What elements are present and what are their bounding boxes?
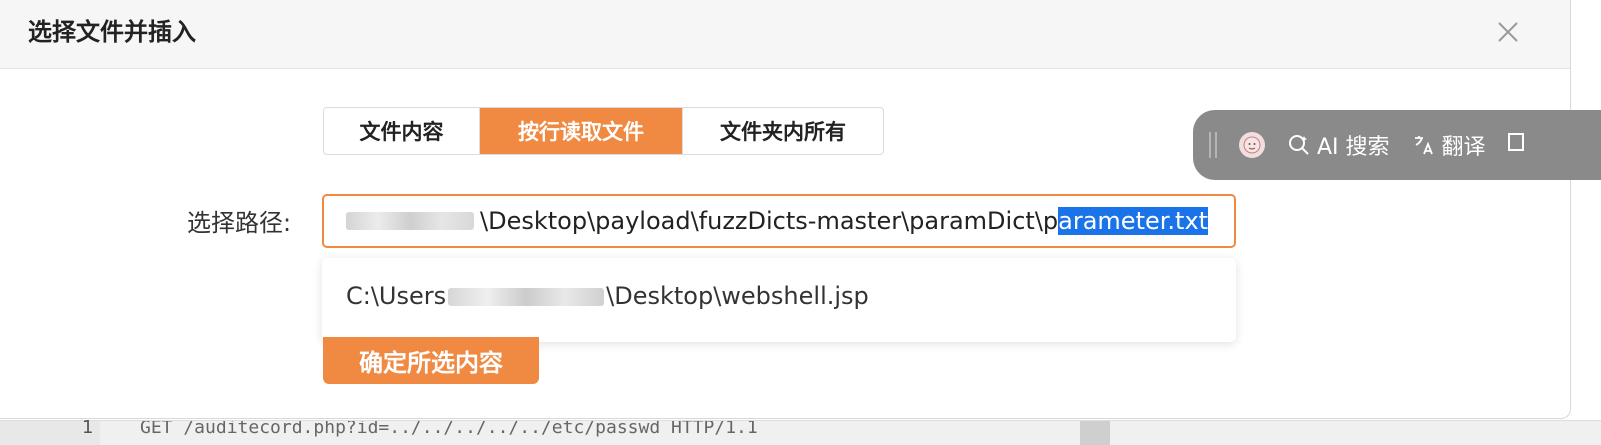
path-input[interactable]: \Desktop\payload\fuzzDicts-master\paramD… bbox=[322, 194, 1236, 248]
tab-file-content[interactable]: 文件内容 bbox=[324, 108, 479, 154]
face-icon bbox=[1243, 136, 1261, 154]
translate-icon bbox=[1414, 136, 1433, 155]
suggestion-prefix: C:\Users bbox=[346, 282, 447, 310]
redacted-username bbox=[448, 288, 605, 306]
ai-floating-toolbar: AI 搜索 翻译 bbox=[1193, 110, 1601, 180]
dialog-header: 选择文件并插入 bbox=[0, 0, 1570, 69]
mode-tabs: 文件内容 按行读取文件 文件夹内所有 bbox=[323, 107, 884, 155]
ai-search-label: AI 搜索 bbox=[1317, 135, 1390, 160]
translate-button[interactable]: 翻译 bbox=[1412, 129, 1486, 161]
editor-gutter: 1 bbox=[0, 417, 100, 445]
path-suggestion-dropdown: C:\Users \Desktop\webshell.jsp bbox=[322, 258, 1236, 342]
editor-scrollbar[interactable] bbox=[1080, 421, 1110, 445]
more-icon[interactable] bbox=[1506, 130, 1526, 160]
ai-search-icon bbox=[1289, 135, 1309, 155]
assistant-avatar-icon[interactable] bbox=[1239, 132, 1265, 158]
path-value-selected: arameter.txt bbox=[1058, 207, 1209, 235]
line-number: 1 bbox=[82, 417, 94, 438]
confirm-button[interactable]: 确定所选内容 bbox=[323, 337, 539, 384]
tab-read-by-line[interactable]: 按行读取文件 bbox=[479, 108, 682, 154]
path-label: 选择路径: bbox=[187, 209, 292, 237]
background-editor: 1 GET /auditecord.php?id=../../../../../… bbox=[0, 417, 1601, 445]
editor-code-line: GET /auditecord.php?id=../../../../../et… bbox=[140, 421, 758, 438]
translate-label: 翻译 bbox=[1441, 135, 1486, 160]
close-button[interactable] bbox=[1490, 14, 1526, 50]
tab-folder-all[interactable]: 文件夹内所有 bbox=[682, 108, 883, 154]
drag-handle[interactable] bbox=[1209, 132, 1217, 158]
suggestion-item[interactable]: C:\Users \Desktop\webshell.jsp bbox=[346, 282, 869, 310]
suggestion-suffix: \Desktop\webshell.jsp bbox=[606, 282, 869, 310]
dialog-title: 选择文件并插入 bbox=[28, 18, 196, 46]
redacted-username bbox=[346, 212, 474, 230]
ai-search-button[interactable]: AI 搜索 bbox=[1287, 129, 1390, 161]
insert-file-dialog: 选择文件并插入 文件内容 按行读取文件 文件夹内所有 选择路径: \Deskto… bbox=[0, 0, 1571, 419]
path-value-prefix: \Desktop\payload\fuzzDicts-master\paramD… bbox=[480, 207, 1059, 235]
close-icon bbox=[1498, 22, 1518, 42]
